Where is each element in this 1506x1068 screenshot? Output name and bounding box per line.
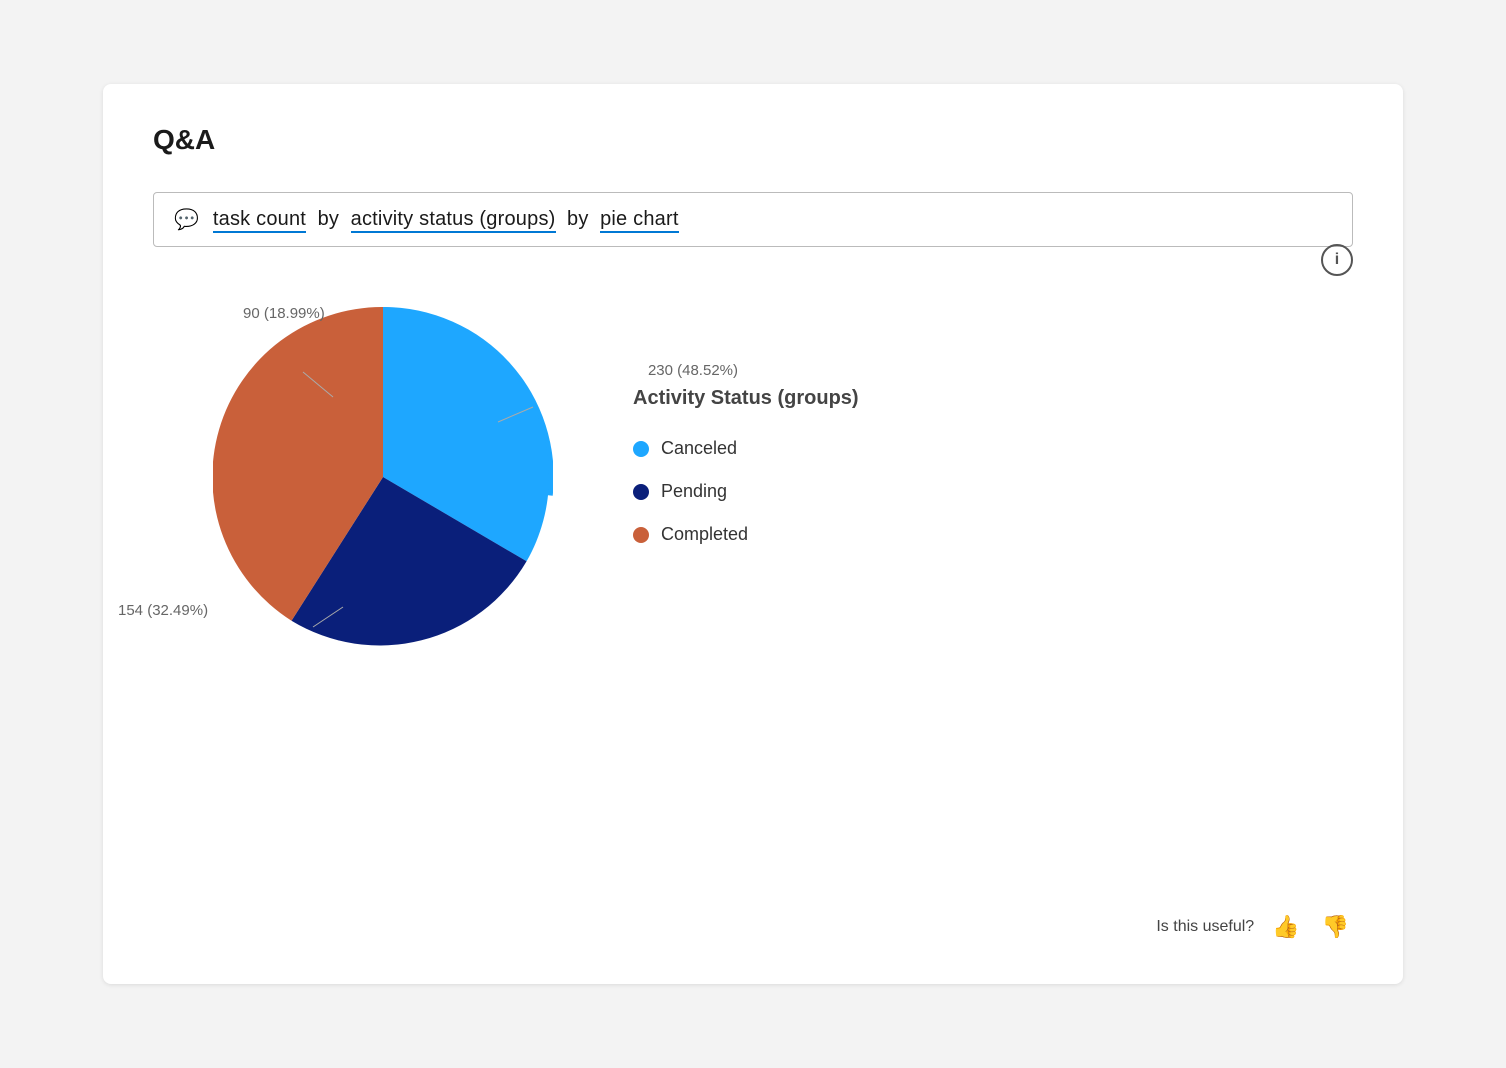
legend-dot-pending [633,484,649,500]
qa-card: Q&A 💬 task count by activity status (gro… [103,84,1403,984]
chart-legend: Activity Status (groups) Canceled Pendin… [633,387,1333,567]
chart-section: 90 (18.99%) 230 (48.52%) 154 (32.49%) Ac… [153,287,1353,667]
pie-chart: 90 (18.99%) 230 (48.52%) 154 (32.49%) [213,307,553,647]
legend-item-canceled: Canceled [633,438,1333,459]
pie-svg-2 [213,307,553,647]
legend-label-pending: Pending [661,481,727,502]
label-completed: 90 (18.99%) [243,305,325,322]
feedback-row: Is this useful? 👍 👎 [1156,910,1353,944]
thumbs-up-button[interactable]: 👍 [1268,910,1303,944]
feedback-label: Is this useful? [1156,918,1254,936]
legend-dot-completed [633,527,649,543]
legend-item-pending: Pending [633,481,1333,502]
search-bar[interactable]: 💬 task count by activity status (groups)… [153,192,1353,247]
page-title: Q&A [153,124,1353,156]
legend-title: Activity Status (groups) [633,387,1333,410]
legend-dot-canceled [633,441,649,457]
query-part-1: task count [213,208,306,233]
label-canceled: 230 (48.52%) [648,362,738,379]
label-pending: 154 (32.49%) [118,602,208,619]
query-part-2: activity status (groups) [351,208,556,233]
thumbs-down-button[interactable]: 👎 [1318,910,1353,944]
query-part-3: pie chart [600,208,679,233]
legend-label-canceled: Canceled [661,438,737,459]
info-button[interactable]: i [1321,244,1353,276]
legend-label-completed: Completed [661,524,748,545]
search-icon: 💬 [174,207,199,232]
legend-item-completed: Completed [633,524,1333,545]
search-query: task count by activity status (groups) b… [213,208,679,231]
